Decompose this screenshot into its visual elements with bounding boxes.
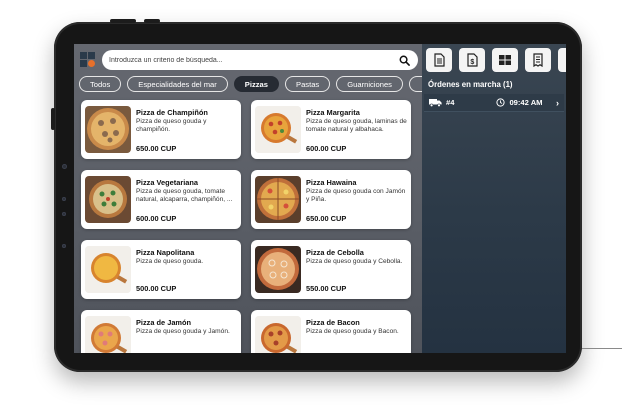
product-card[interactable]: Pizza Vegetariana Pizza de queso gouda, … <box>81 170 241 229</box>
product-card[interactable]: Pizza Hawaina Pizza de queso gouda con J… <box>251 170 411 229</box>
hawaiian-pizza-image <box>255 176 301 223</box>
order-number: #4 <box>446 98 455 107</box>
product-price: 650.00 CUP <box>306 214 347 223</box>
tab-more[interactable] <box>408 76 422 92</box>
tab-guarniciones[interactable]: Guarniciones <box>336 76 403 92</box>
onion-pizza-image <box>255 246 301 293</box>
orders-pane: $ Órdenes en marcha (1) #4 09:42 AM › <box>422 44 566 353</box>
product-description: Pizza de queso gouda y champiñón. <box>136 118 207 133</box>
bacon-pizza-image <box>255 316 301 353</box>
product-description: Pizza de queso gouda, tomate natural, al… <box>136 188 233 203</box>
grid-icon <box>499 55 511 65</box>
product-card[interactable]: Pizza Napolitana Pizza de queso gouda. 5… <box>81 240 241 299</box>
delivery-truck-icon <box>429 99 442 107</box>
product-name: Pizza Vegetariana <box>136 178 199 187</box>
product-name: Pizza Napolitana <box>136 248 195 257</box>
product-card[interactable]: Pizza de Champiñón Pizza de queso gouda … <box>81 100 241 159</box>
side-button <box>51 108 55 130</box>
clock-icon <box>496 98 506 107</box>
invoice-dollar-icon: $ <box>467 53 478 67</box>
order-time-group: 09:42 AM <box>496 98 543 107</box>
search-bar <box>102 50 418 70</box>
invoice-button[interactable]: $ <box>459 48 485 72</box>
product-name: Pizza de Jamón <box>136 318 192 327</box>
search-icon[interactable] <box>399 55 410 66</box>
product-price: 550.00 CUP <box>306 284 347 293</box>
screen: Todos Especialidades del mar Pizzas Past… <box>74 44 566 353</box>
mushroom-pizza-image <box>85 106 131 153</box>
product-description: Pizza de queso gouda y Jamón. <box>136 328 230 335</box>
ham-pizza-image <box>85 316 131 353</box>
orders-title: Órdenes en marcha (1) <box>428 80 513 89</box>
receipt-button[interactable] <box>525 48 551 72</box>
more-button[interactable] <box>558 48 566 72</box>
tables-button[interactable] <box>492 48 518 72</box>
order-row[interactable]: #4 09:42 AM › <box>424 94 564 112</box>
margarita-pizza-image <box>255 106 301 153</box>
sensor-dot <box>62 212 66 216</box>
product-description: Pizza de queso gouda, laminas de tomate … <box>306 118 407 133</box>
product-card[interactable]: Pizza de Jamón Pizza de queso gouda y Ja… <box>81 310 241 353</box>
product-card[interactable]: Pizza Margarita Pizza de queso gouda, la… <box>251 100 411 159</box>
receipt-icon <box>533 53 543 67</box>
order-time: 09:42 AM <box>509 98 543 107</box>
product-card[interactable]: Pizza de Bacon Pizza de queso gouda y Ba… <box>251 310 411 353</box>
camera-dot <box>62 164 67 169</box>
product-price: 600.00 CUP <box>136 214 177 223</box>
sensor-dot <box>62 197 66 201</box>
tab-especialidades-del-mar[interactable]: Especialidades del mar <box>127 76 228 92</box>
action-toolbar: $ <box>426 48 566 72</box>
product-description: Pizza de queso gouda con Jamón y Piña. <box>306 188 406 203</box>
vegetarian-pizza-image <box>85 176 131 223</box>
product-description: Pizza de queso gouda. <box>136 258 204 265</box>
product-description: Pizza de queso gouda y Bacon. <box>306 328 399 335</box>
product-name: Pizza Hawaina <box>306 178 357 187</box>
product-card[interactable]: Pizza de Cebolla Pizza de queso gouda y … <box>251 240 411 299</box>
cable-line <box>582 348 622 349</box>
sensor-dot <box>62 244 66 248</box>
product-name: Pizza de Cebolla <box>306 248 364 257</box>
document-icon <box>434 53 445 67</box>
napolitana-pizza-image <box>85 246 131 293</box>
tab-pizzas[interactable]: Pizzas <box>233 76 279 92</box>
product-description: Pizza de queso gouda y Cebolla. <box>306 258 403 265</box>
product-name: Pizza de Champiñón <box>136 108 208 117</box>
product-name: Pizza de Bacon <box>306 318 360 327</box>
search-input[interactable] <box>109 56 399 64</box>
tab-todos[interactable]: Todos <box>79 76 122 92</box>
tab-pastas[interactable]: Pastas <box>285 76 331 92</box>
power-button <box>110 19 136 23</box>
category-tabs: Todos Especialidades del mar Pizzas Past… <box>79 76 422 92</box>
product-price: 600.00 CUP <box>306 144 347 153</box>
product-price: 650.00 CUP <box>136 144 177 153</box>
volume-button <box>144 19 160 23</box>
catalog-pane: Todos Especialidades del mar Pizzas Past… <box>74 44 422 353</box>
product-price: 500.00 CUP <box>136 284 177 293</box>
svg-text:$: $ <box>470 59 474 66</box>
app-logo <box>80 52 96 68</box>
chevron-right-icon[interactable]: › <box>556 98 559 108</box>
document-button[interactable] <box>426 48 452 72</box>
product-name: Pizza Margarita <box>306 108 360 117</box>
